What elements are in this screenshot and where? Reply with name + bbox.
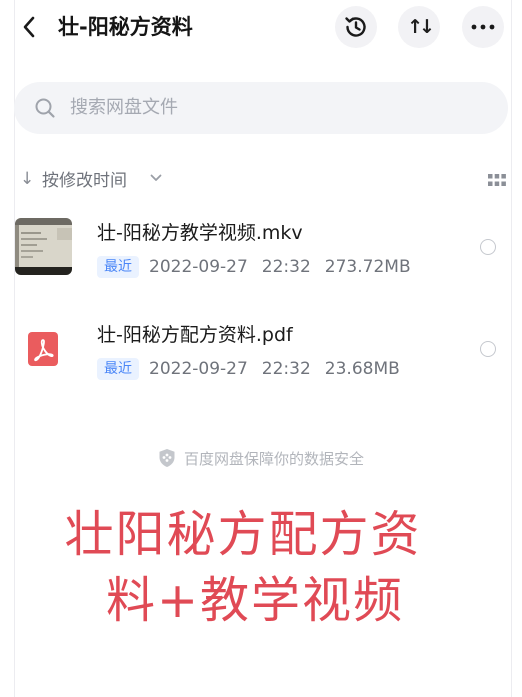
- top-bar: 壮-阳秘方资料 ↑↓: [0, 0, 522, 56]
- recent-badge: 最近: [97, 358, 139, 380]
- sort-bar: ↓ 按修改时间: [14, 166, 508, 196]
- recent-badge: 最近: [97, 256, 139, 278]
- security-text: 百度网盘保障你的数据安全: [183, 450, 364, 468]
- overlay-caption-line-1: 壮阳秘方配方资: [64, 506, 422, 563]
- history-clock-icon: [345, 17, 366, 37]
- down-arrow-icon: ↓: [20, 169, 35, 189]
- select-radio[interactable]: [480, 239, 496, 255]
- file-meta: 最近 2022-09-27 22:32 23.68MB: [97, 356, 414, 382]
- file-name: 壮-阳秘方教学视频.mkv: [97, 222, 303, 244]
- file-size: 273.72MB: [324, 257, 411, 277]
- history-button[interactable]: [335, 6, 377, 48]
- grid-view-icon[interactable]: [488, 174, 506, 188]
- more-button[interactable]: [462, 6, 504, 48]
- file-item-pdf[interactable]: 壮-阳秘方配方资料.pdf 最近 2022-09-27 22:32 23.68M…: [14, 314, 508, 394]
- pdf-file-icon: [28, 332, 58, 366]
- select-radio[interactable]: [480, 341, 496, 357]
- file-date: 2022-09-27: [149, 359, 248, 379]
- sort-arrows-icon: ↑↓: [407, 16, 435, 38]
- chevron-down-icon[interactable]: [150, 174, 162, 182]
- file-size: 23.68MB: [324, 359, 400, 379]
- page-title: 壮-阳秘方资料: [58, 15, 193, 39]
- sort-button[interactable]: ↑↓: [398, 6, 440, 48]
- security-notice: 百度网盘保障你的数据安全: [0, 448, 522, 470]
- file-name: 壮-阳秘方配方资料.pdf: [97, 324, 293, 346]
- sort-order-dropdown[interactable]: 按修改时间: [42, 168, 127, 194]
- back-chevron-icon: [23, 16, 35, 38]
- video-thumbnail: [15, 218, 72, 275]
- shield-icon: [159, 449, 175, 467]
- file-meta: 最近 2022-09-27 22:32 273.72MB: [97, 254, 425, 280]
- file-time: 22:32: [261, 359, 311, 379]
- file-time: 22:32: [261, 257, 311, 277]
- file-item-video[interactable]: 壮-阳秘方教学视频.mkv 最近 2022-09-27 22:32 273.72…: [14, 212, 508, 292]
- search-placeholder: 搜索网盘文件: [70, 97, 178, 118]
- overlay-caption-line-2: 料+教学视频: [105, 572, 405, 629]
- file-date: 2022-09-27: [149, 257, 248, 277]
- search-bar[interactable]: 搜索网盘文件: [14, 82, 508, 134]
- search-icon: [35, 98, 55, 118]
- more-dots-icon: [471, 24, 495, 30]
- back-button[interactable]: [14, 12, 44, 42]
